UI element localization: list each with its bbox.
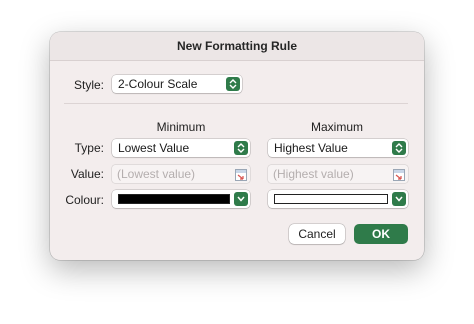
maximum-colour-picker[interactable] — [268, 190, 408, 208]
maximum-colour-swatch — [274, 194, 388, 204]
separator — [64, 103, 408, 104]
cancel-button[interactable]: Cancel — [289, 224, 345, 244]
minimum-value-field[interactable]: (Lowest value) — [112, 165, 250, 183]
style-popup-value: 2-Colour Scale — [118, 77, 198, 91]
colour-label: Colour: — [65, 193, 104, 207]
minimum-type-popup[interactable]: Lowest Value — [112, 139, 250, 157]
cell-reference-icon[interactable] — [235, 168, 247, 181]
chevron-down-icon[interactable] — [392, 192, 406, 206]
minimum-type-value: Lowest Value — [118, 141, 190, 155]
cell-reference-icon[interactable] — [393, 168, 405, 181]
maximum-value-placeholder: (Highest value) — [273, 167, 354, 181]
minimum-colour-picker[interactable] — [112, 190, 250, 208]
chevron-down-icon[interactable] — [234, 192, 248, 206]
maximum-header: Maximum — [310, 120, 363, 134]
minimum-header: Minimum — [156, 120, 206, 134]
up-down-chevron-icon — [234, 141, 248, 155]
style-label: Style: — [73, 78, 104, 92]
up-down-chevron-icon — [226, 77, 240, 91]
style-popup[interactable]: 2-Colour Scale — [112, 75, 242, 93]
value-label: Value: — [70, 167, 104, 181]
minimum-colour-swatch — [118, 194, 230, 204]
dialog-title: New Formatting Rule — [50, 32, 424, 61]
maximum-type-popup[interactable]: Highest Value — [268, 139, 408, 157]
ok-button[interactable]: OK — [354, 224, 408, 244]
up-down-chevron-icon — [392, 141, 406, 155]
type-label: Type: — [74, 141, 104, 155]
minimum-value-placeholder: (Lowest value) — [117, 167, 196, 181]
maximum-value-field[interactable]: (Highest value) — [268, 165, 408, 183]
maximum-type-value: Highest Value — [274, 141, 348, 155]
